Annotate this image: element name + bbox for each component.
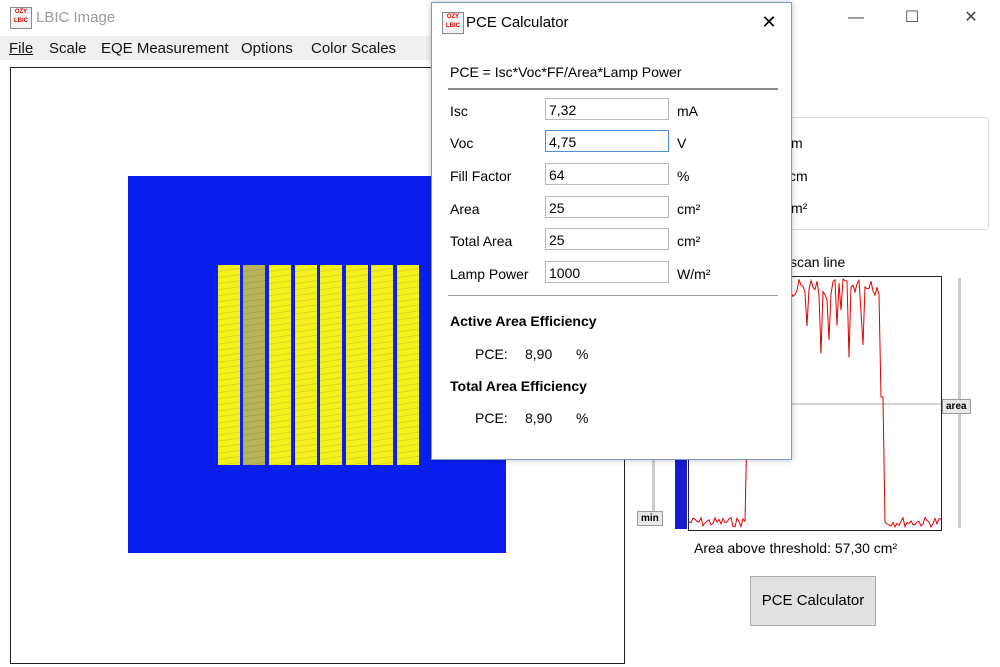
- window-title: LBIC Image: [36, 9, 116, 26]
- area-input[interactable]: 25: [545, 196, 669, 218]
- total-area-heading: Total Area Efficiency: [450, 378, 587, 394]
- solar-cell-strip: [371, 265, 393, 465]
- lamp-power-label: Lamp Power: [450, 266, 529, 282]
- total-area-unit: cm²: [677, 233, 701, 249]
- min-slider-label[interactable]: min: [637, 511, 663, 526]
- pce-calculator-dialog: OZY LBIC PCE Calculator ✕ PCE = Isc*Voc*…: [431, 2, 792, 460]
- voc-label: Voc: [450, 135, 474, 151]
- menu-color-scales[interactable]: Color Scales: [311, 40, 396, 57]
- lamp-power-unit: W/m²: [677, 266, 711, 282]
- active-pce-unit: %: [576, 346, 589, 362]
- solar-cell-strip: [320, 265, 342, 465]
- area-above-threshold: Area above threshold: 57,30 cm²: [694, 540, 898, 556]
- isc-input[interactable]: 7,32: [545, 98, 669, 120]
- minimize-button[interactable]: —: [833, 4, 879, 32]
- total-pce-unit: %: [576, 410, 589, 426]
- divider: [448, 88, 778, 90]
- threshold-bar: [675, 459, 687, 529]
- voc-unit: V: [677, 135, 687, 151]
- total-pce-value: 8,90: [525, 410, 553, 426]
- fill-factor-input[interactable]: 64: [545, 163, 669, 185]
- info-fragment: m²: [791, 200, 808, 216]
- lamp-power-input[interactable]: 1000: [545, 261, 669, 283]
- divider: [448, 295, 778, 296]
- total-pce-label: PCE:: [475, 410, 508, 426]
- fill-factor-unit: %: [677, 168, 690, 184]
- menu-scale[interactable]: Scale: [49, 40, 87, 57]
- solar-cell-strip: [218, 265, 240, 465]
- close-window-button[interactable]: ✕: [948, 4, 994, 32]
- total-area-input[interactable]: 25: [545, 228, 669, 250]
- pce-calculator-button[interactable]: PCE Calculator: [750, 576, 876, 626]
- menu-file[interactable]: File: [9, 40, 33, 57]
- solar-cell-strip: [269, 265, 291, 465]
- solar-cell-strip: [243, 265, 265, 465]
- menu-eqe-measurement[interactable]: EQE Measurement: [101, 40, 229, 57]
- isc-unit: mA: [677, 103, 698, 119]
- app-logo-icon: OZY LBIC: [10, 7, 32, 29]
- scan-line-label: scan line: [790, 254, 846, 270]
- pce-formula: PCE = Isc*Voc*FF/Area*Lamp Power: [450, 64, 682, 80]
- dialog-close-button[interactable]: ✕: [754, 8, 784, 36]
- info-fragment: m: [791, 135, 803, 151]
- active-pce-label: PCE:: [475, 346, 508, 362]
- fill-factor-label: Fill Factor: [450, 168, 512, 184]
- maximize-button[interactable]: ☐: [889, 4, 935, 32]
- area-slider-label[interactable]: area: [942, 399, 971, 414]
- area-label: Area: [450, 201, 480, 217]
- area-unit: cm²: [677, 201, 701, 217]
- active-area-heading: Active Area Efficiency: [450, 313, 597, 329]
- solar-cell-strip: [346, 265, 368, 465]
- isc-label: Isc: [450, 103, 468, 119]
- dialog-logo-icon: OZY LBIC: [442, 12, 464, 34]
- active-pce-value: 8,90: [525, 346, 553, 362]
- voc-input[interactable]: 4,75: [545, 130, 669, 152]
- menu-options[interactable]: Options: [241, 40, 293, 57]
- dialog-title: PCE Calculator: [466, 14, 569, 31]
- solar-cell-strip: [397, 265, 419, 465]
- total-area-label: Total Area: [450, 233, 513, 249]
- solar-cell-strip: [295, 265, 317, 465]
